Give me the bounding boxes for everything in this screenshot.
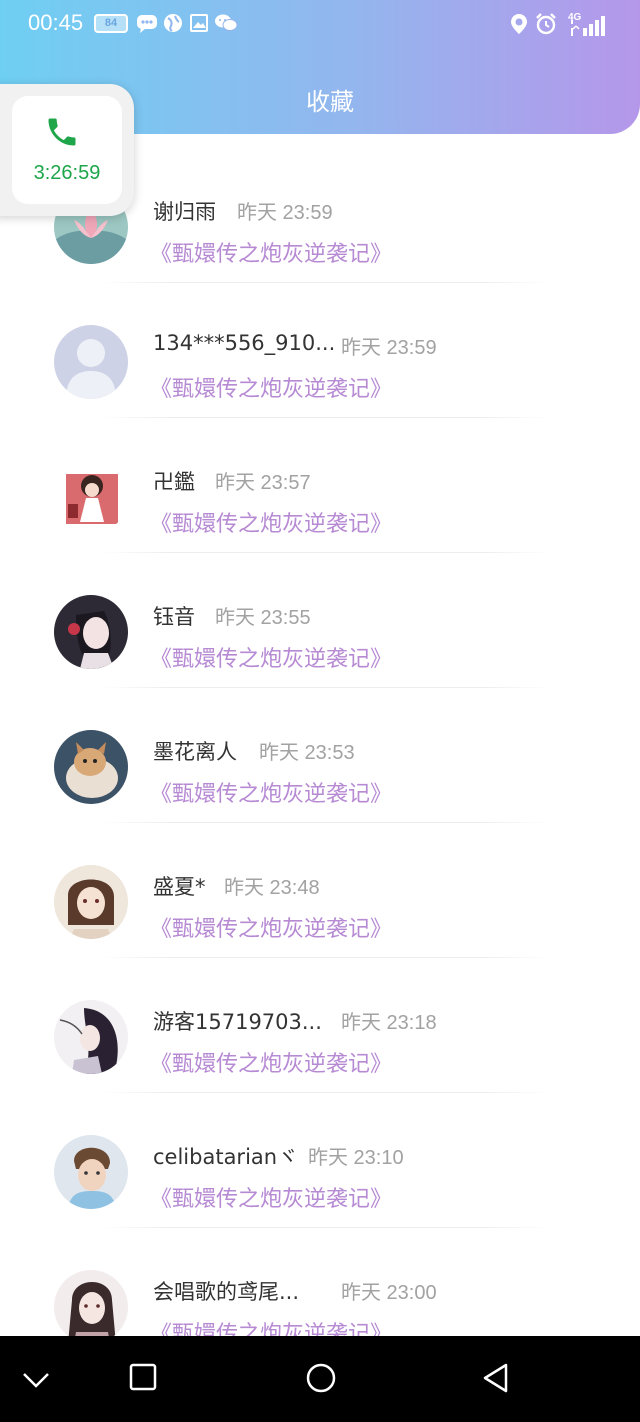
divider [100,822,550,823]
collapse-icon[interactable] [20,1366,52,1398]
divider [100,1227,550,1228]
message-icon [136,12,158,38]
list-item[interactable]: 盛夏* 昨天 23:48 《甄嬛传之炮灰逆袭记》 [0,825,640,960]
list-item[interactable]: 钰音 昨天 23:55 《甄嬛传之炮灰逆袭记》 [0,555,640,690]
list-item[interactable]: 墨花离人 昨天 23:53 《甄嬛传之炮灰逆袭记》 [0,690,640,825]
list-item[interactable]: 卍鑑 昨天 23:57 《甄嬛传之炮灰逆袭记》 [0,420,640,555]
divider [100,1092,550,1093]
navigation-bar [0,1336,640,1422]
timestamp: 昨天 23:57 [215,472,311,494]
avatar[interactable] [54,1270,128,1336]
battery-icon: 84 [94,14,128,33]
call-widget-card[interactable]: 3:26:59 [12,96,122,204]
avatar[interactable] [54,1135,128,1209]
timestamp: 昨天 23:53 [259,742,355,764]
novel-title-link[interactable]: 《甄嬛传之炮灰逆袭记》 [150,506,392,538]
recent-apps-icon[interactable] [128,1362,158,1396]
photo-icon [189,12,211,38]
avatar[interactable] [54,325,128,399]
novel-title-link[interactable]: 《甄嬛传之炮灰逆袭记》 [150,371,392,403]
user-name: 会唱歌的鸢尾... [153,1280,300,1304]
alarm-icon [534,12,558,40]
list-item[interactable]: 会唱歌的鸢尾... 昨天 23:00 《甄嬛传之炮灰逆袭记》 [0,1230,640,1336]
timestamp: 昨天 23:59 [237,202,333,224]
avatar[interactable] [54,730,128,804]
user-name: celibatarianヾ [153,1145,299,1169]
call-widget[interactable]: 3:26:59 [0,84,134,216]
avatar[interactable] [54,1000,128,1074]
user-name: 墨花离人 [153,740,237,764]
timestamp: 昨天 23:00 [341,1282,437,1304]
status-time: 00:45 [28,10,84,35]
novel-title-link[interactable]: 《甄嬛传之炮灰逆袭记》 [150,911,392,943]
divider [100,687,550,688]
call-duration: 3:26:59 [33,162,101,184]
favorites-list: 谢归雨 昨天 23:59 《甄嬛传之炮灰逆袭记》 134***556_910..… [0,150,640,1336]
home-icon[interactable] [305,1362,337,1398]
browser-icon [162,12,184,38]
location-icon [508,12,530,40]
user-name: 钰音 [153,605,195,629]
avatar[interactable] [54,865,128,939]
avatar[interactable] [54,595,128,669]
list-item[interactable]: celibatarianヾ 昨天 23:10 《甄嬛传之炮灰逆袭记》 [0,1095,640,1230]
novel-title-link[interactable]: 《甄嬛传之炮灰逆袭记》 [150,1181,392,1213]
novel-title-link[interactable]: 《甄嬛传之炮灰逆袭记》 [150,776,392,808]
avatar[interactable] [54,460,128,534]
timestamp: 昨天 23:55 [215,607,311,629]
list-item[interactable]: 134***556_910... 昨天 23:59 《甄嬛传之炮灰逆袭记》 [0,285,640,420]
list-item[interactable]: 游客15719703... 昨天 23:18 《甄嬛传之炮灰逆袭记》 [0,960,640,1095]
user-name: 盛夏* [153,875,206,899]
status-bar: 00:45 84 4G [0,0,640,50]
divider [100,552,550,553]
timestamp: 昨天 23:18 [341,1012,437,1034]
user-name: 谢归雨 [153,200,216,224]
user-name: 卍鑑 [153,470,195,494]
novel-title-link[interactable]: 《甄嬛传之炮灰逆袭记》 [150,641,392,673]
novel-title-link[interactable]: 《甄嬛传之炮灰逆袭记》 [150,236,392,268]
signal-icon [570,14,606,40]
timestamp: 昨天 23:48 [224,877,320,899]
phone-icon [44,114,80,154]
divider [100,282,550,283]
user-name: 134***556_910... [153,331,336,355]
user-name: 游客15719703... [153,1010,322,1034]
divider [100,417,550,418]
wechat-icon [214,12,238,38]
novel-title-link[interactable]: 《甄嬛传之炮灰逆袭记》 [150,1316,392,1336]
back-icon[interactable] [480,1362,512,1398]
timestamp: 昨天 23:10 [308,1147,404,1169]
novel-title-link[interactable]: 《甄嬛传之炮灰逆袭记》 [150,1046,392,1078]
divider [100,957,550,958]
timestamp: 昨天 23:59 [341,337,437,359]
